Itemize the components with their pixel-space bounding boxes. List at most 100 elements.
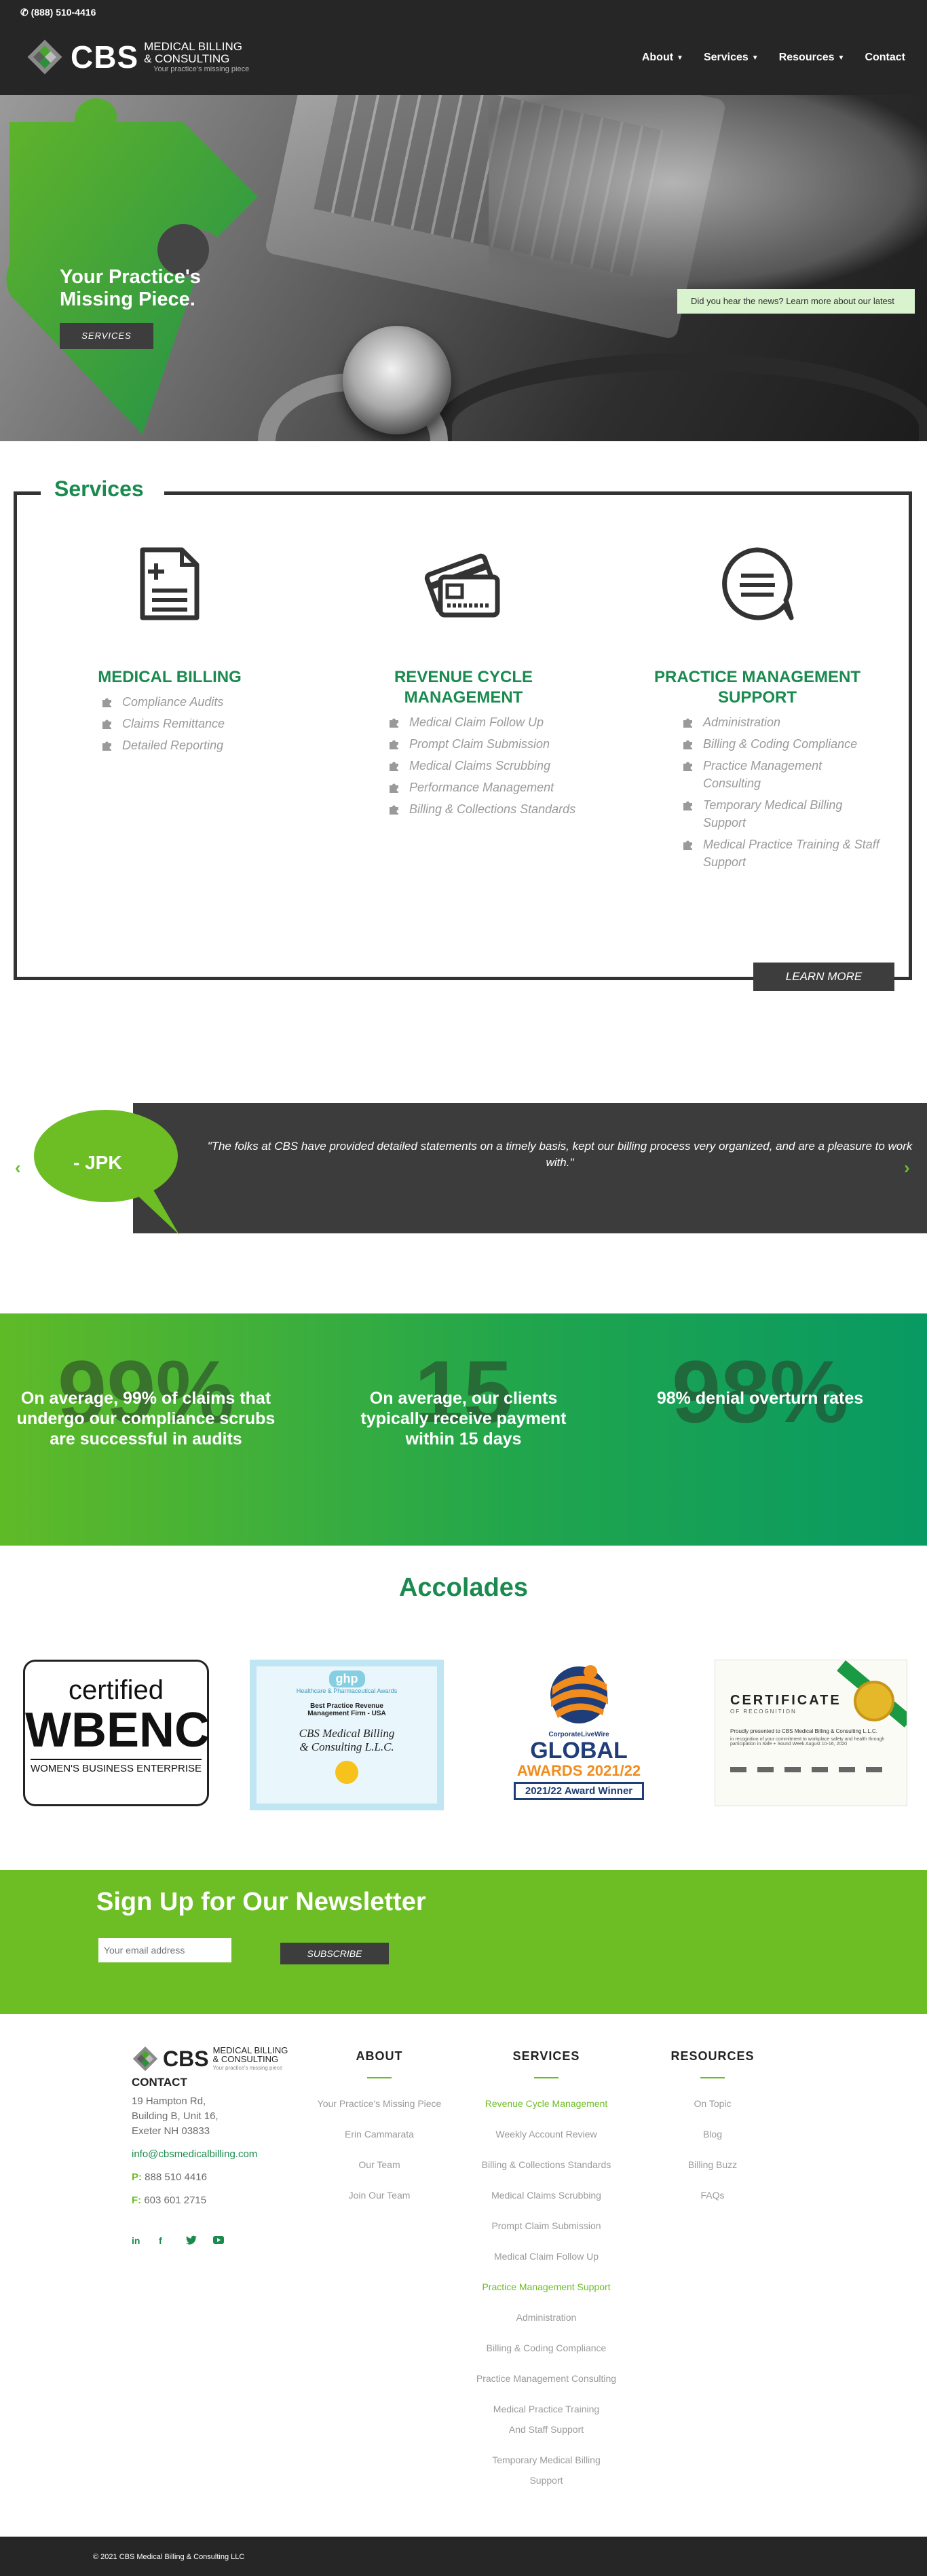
- wbenc-subtitle: WOMEN'S BUSINESS ENTERPRISE: [30, 1759, 202, 1774]
- nav-about[interactable]: About ▼: [642, 52, 683, 64]
- certificate-text-1: Proudly presented to CBS Medical Billing…: [730, 1728, 877, 1734]
- address-line-2: Building B, Unit 16,: [132, 2110, 219, 2122]
- nav-services[interactable]: Services ▼: [704, 52, 759, 64]
- ghp-award: ghp Healthcare & Pharmaceutical Awards B…: [250, 1660, 444, 1810]
- logo-diamond-icon: [132, 2046, 158, 2072]
- hero-title-line-2: Missing Piece.: [60, 288, 195, 310]
- footer-link[interactable]: FAQs: [631, 2185, 794, 2205]
- footer-col-about: ABOUT Your Practice's Missing Piece Erin…: [298, 2049, 461, 2216]
- footer-link[interactable]: Practice Management Support: [465, 2277, 628, 2297]
- service-list-item[interactable]: Billing & Coding Compliance: [683, 735, 879, 753]
- service-list-item[interactable]: Compliance Audits: [102, 693, 292, 711]
- ghp-name-1: CBS Medical Billing: [299, 1727, 395, 1740]
- address-line-3: Exeter NH 03833: [132, 2125, 210, 2137]
- footer-link[interactable]: Our Team: [298, 2154, 461, 2175]
- footer-link[interactable]: Prompt Claim Submission: [465, 2216, 628, 2236]
- nav-contact[interactable]: Contact: [865, 52, 905, 64]
- nav-resources-label: Resources: [778, 52, 835, 63]
- ghp-logo-sub: Healthcare & Pharmaceutical Awards: [296, 1687, 398, 1694]
- footer-link[interactable]: Revenue Cycle Management: [465, 2093, 628, 2114]
- stat-denial: 98% 98% denial overturn rates: [614, 1313, 906, 1546]
- service-list-item[interactable]: Claims Remittance: [102, 715, 292, 732]
- service-list: Administration Billing & Coding Complian…: [635, 713, 879, 871]
- service-list-item[interactable]: Performance Management: [389, 779, 586, 796]
- service-list-item[interactable]: Billing & Collections Standards: [389, 800, 586, 818]
- top-phone[interactable]: (888) 510-4416: [31, 7, 96, 18]
- service-list-item[interactable]: Temporary Medical Billing Support: [683, 796, 879, 832]
- newsletter-email-input[interactable]: [98, 1938, 231, 1962]
- footer-link[interactable]: Medical Claims Scrubbing: [465, 2185, 628, 2205]
- footer-link[interactable]: Your Practice's Missing Piece: [298, 2093, 461, 2114]
- learn-more-button[interactable]: LEARN MORE: [753, 963, 894, 991]
- global-award-frame: CorporateLiveWire GLOBAL AWARDS 2021/22 …: [499, 1660, 658, 1810]
- global-award: CorporateLiveWire GLOBAL AWARDS 2021/22 …: [499, 1660, 658, 1810]
- footer-col-resources: RESOURCES On Topic Blog Billing Buzz FAQ…: [631, 2049, 794, 2216]
- footer-link[interactable]: Billing & Collections Standards: [465, 2154, 628, 2175]
- footer-link[interactable]: On Topic: [631, 2093, 794, 2114]
- phone-value: 888 510 4416: [145, 2171, 207, 2183]
- footer-link[interactable]: Weekly Account Review: [465, 2124, 628, 2144]
- footer-logo[interactable]: CBS MEDICAL BILLING & CONSULTING Your pr…: [132, 2045, 288, 2072]
- ghp-logo: ghp: [328, 1670, 365, 1687]
- footer-phone[interactable]: P: 888 510 4416: [132, 2170, 257, 2185]
- service-list-item[interactable]: Administration: [683, 713, 879, 731]
- twitter-icon[interactable]: [186, 2235, 197, 2246]
- service-item-label: Detailed Reporting: [122, 739, 224, 752]
- service-list-item[interactable]: Medical Practice Training & Staff Suppor…: [683, 836, 879, 871]
- accolades-title: Accolades: [398, 1573, 529, 1602]
- footer-link[interactable]: Blog: [631, 2124, 794, 2144]
- service-list-item[interactable]: Medical Claim Follow Up: [389, 713, 586, 731]
- arrow-left-icon[interactable]: ‹: [15, 1157, 21, 1178]
- footer-link[interactable]: Billing Buzz: [631, 2154, 794, 2175]
- puzzle-bullet-icon: [390, 805, 398, 815]
- global-award-winner: 2021/22 Award Winner: [513, 1782, 645, 1800]
- global-award-year: AWARDS 2021/22: [516, 1762, 641, 1779]
- youtube-icon[interactable]: [213, 2235, 224, 2246]
- social-links: in f: [132, 2235, 224, 2246]
- service-list: Compliance Audits Claims Remittance Deta…: [48, 693, 292, 754]
- puzzle-bullet-icon: [102, 698, 111, 707]
- service-item-label: Billing & Coding Compliance: [703, 737, 858, 751]
- hero-banner: Your Practice's Missing Piece. SERVICES …: [0, 95, 927, 441]
- service-list-item[interactable]: Medical Claims Scrubbing: [389, 757, 586, 774]
- service-list-item[interactable]: Practice Management Consulting: [683, 757, 879, 792]
- nav-resources[interactable]: Resources ▼: [779, 52, 845, 64]
- footer-link[interactable]: Billing & Coding Compliance: [465, 2338, 628, 2358]
- credit-card-icon: [424, 553, 500, 618]
- fax-value: 603 601 2715: [144, 2195, 207, 2206]
- logo-text-block: MEDICAL BILLING & CONSULTING Your practi…: [138, 41, 249, 74]
- site-footer: CBS MEDICAL BILLING & CONSULTING Your pr…: [0, 2014, 927, 2537]
- site-logo[interactable]: CBS MEDICAL BILLING & CONSULTING Your pr…: [26, 38, 249, 76]
- hero-services-button[interactable]: SERVICES: [60, 323, 153, 349]
- certificate-frame: CERTIFICATE OF RECOGNITION Proudly prese…: [715, 1660, 907, 1806]
- puzzle-bullet-icon: [390, 762, 398, 771]
- subscribe-button[interactable]: SUBSCRIBE: [280, 1943, 389, 1964]
- footer-col-divider: [367, 2077, 392, 2078]
- ghp-award-line-2: Management Firm - USA: [307, 1710, 386, 1717]
- hero-title: Your Practice's Missing Piece.: [60, 266, 201, 311]
- linkedin-icon[interactable]: in: [132, 2235, 143, 2246]
- footer-link[interactable]: Temporary Medical Billing Support: [465, 2450, 628, 2490]
- service-item-label: Medical Claim Follow Up: [409, 715, 544, 729]
- global-award-title: GLOBAL: [530, 1738, 628, 1763]
- stethoscope-head-image: [343, 326, 451, 434]
- footer-link[interactable]: Erin Cammarata: [298, 2124, 461, 2144]
- footer-link[interactable]: Join Our Team: [298, 2185, 461, 2205]
- footer-link[interactable]: Administration: [465, 2307, 628, 2328]
- facebook-icon[interactable]: f: [159, 2235, 170, 2246]
- service-item-label: Medical Practice Training & Staff Suppor…: [703, 838, 879, 869]
- hero-news-banner[interactable]: Did you hear the news? Learn more about …: [677, 289, 915, 314]
- service-list-item[interactable]: Detailed Reporting: [102, 736, 292, 754]
- footer-link[interactable]: Practice Management Consulting: [465, 2368, 628, 2389]
- footer-link[interactable]: Medical Claim Follow Up: [465, 2246, 628, 2266]
- global-award-icon: [550, 1665, 608, 1723]
- footer-col-services: SERVICES Revenue Cycle Management Weekly…: [465, 2049, 628, 2501]
- footer-email[interactable]: info@cbsmedicalbilling.com: [132, 2147, 257, 2162]
- wbenc-badge: certified WBENC WOMEN'S BUSINESS ENTERPR…: [23, 1660, 210, 1810]
- puzzle-bullet-icon: [390, 740, 398, 749]
- footer-link[interactable]: Medical Practice Training And Staff Supp…: [465, 2399, 628, 2440]
- puzzle-bullet-icon: [390, 783, 398, 793]
- service-item-label: Administration: [703, 715, 781, 729]
- footer-col-title: SERVICES: [512, 2049, 580, 2063]
- service-list-item[interactable]: Prompt Claim Submission: [389, 735, 586, 753]
